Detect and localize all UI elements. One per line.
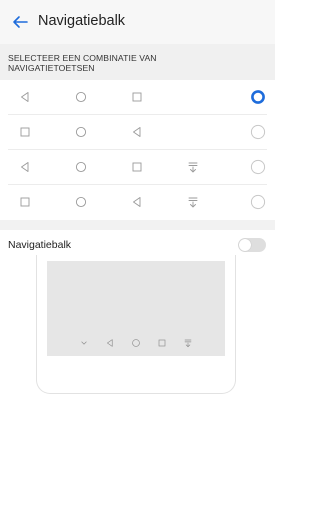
nav-combination-row[interactable]	[0, 115, 275, 150]
home-icon	[75, 91, 87, 103]
back-icon	[21, 92, 29, 102]
back-icon	[21, 162, 29, 172]
home-icon	[132, 338, 140, 347]
radio-unselected-icon[interactable]	[250, 124, 266, 140]
section-header: SELECTEER EEN COMBINATIE VAN NAVIGATIETO…	[0, 44, 275, 80]
recents-icon	[132, 92, 142, 102]
hide-icon	[81, 341, 87, 345]
recents-icon	[20, 127, 30, 137]
recents-icon	[20, 197, 30, 207]
home-icon	[75, 196, 87, 208]
home-icon	[75, 161, 87, 173]
section-heading: SELECTEER EEN COMBINATIE VAN NAVIGATIETO…	[8, 53, 157, 73]
notifications-icon	[188, 197, 198, 208]
back-arrow-icon[interactable]	[8, 10, 32, 34]
home-icon	[75, 126, 87, 138]
notifications-icon	[188, 162, 198, 173]
section-gap	[0, 220, 275, 230]
radio-unselected-icon[interactable]	[250, 159, 266, 175]
preview-screen	[47, 261, 225, 356]
recents-icon	[158, 339, 166, 346]
notifications-icon	[184, 339, 192, 347]
radio-unselected-icon[interactable]	[250, 194, 266, 210]
preview-navbar	[47, 329, 225, 356]
nav-combination-row[interactable]	[0, 185, 275, 220]
navbar-toggle-switch[interactable]	[238, 238, 266, 252]
phone-preview	[36, 255, 236, 394]
app-header: Navigatiebalk	[0, 0, 275, 44]
toggle-knob	[239, 239, 251, 251]
back-icon	[107, 338, 113, 347]
nav-combination-row[interactable]	[0, 80, 275, 115]
back-icon	[133, 127, 141, 137]
navbar-toggle-label: Navigatiebalk	[8, 239, 72, 251]
nav-combination-row[interactable]	[0, 150, 275, 185]
back-icon	[133, 197, 141, 207]
page-title: Navigatiebalk	[38, 13, 126, 29]
radio-selected-icon[interactable]	[250, 89, 266, 105]
recents-icon	[132, 162, 142, 172]
